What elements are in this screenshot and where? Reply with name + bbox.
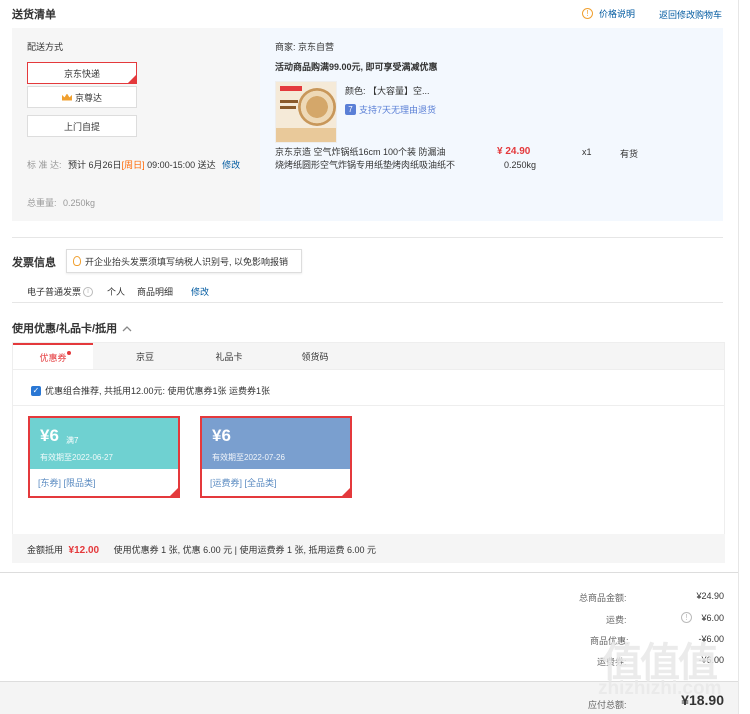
merchant-row: 商家: 京东自营 (275, 40, 334, 53)
crown-icon (61, 93, 72, 101)
product-image[interactable] (275, 81, 337, 143)
discount-title: 使用优惠/礼品卡/抵用 (12, 323, 118, 335)
standard-date: 预计 6月26日 (68, 160, 122, 170)
option-jingzunda[interactable]: 京尊达 (27, 86, 137, 108)
discount-header[interactable]: 使用优惠/礼品卡/抵用 (12, 320, 132, 336)
coupon-tags: [东券] [限品类] (38, 478, 96, 488)
summary-amount: ¥12.00 (68, 545, 100, 556)
merchant-name: 京东自营 (298, 42, 335, 52)
price-note-label: 价格说明 (599, 9, 636, 19)
merchant-label: 商家: (275, 42, 296, 52)
coupon-card-2[interactable]: ¥6 有效期至2022-07-26 [运费券] [全品类] (200, 416, 352, 498)
freight-value: ¥6.00 (701, 613, 724, 623)
page-edge (738, 0, 739, 714)
weight-label: 总重量: (27, 198, 57, 208)
coupon-condition: 满7 (66, 436, 79, 445)
divider (0, 572, 738, 573)
return-badge: 7 支持7天无理由退货 (345, 103, 436, 116)
selected-corner-icon (340, 486, 352, 498)
standard-label: 标 准 达: (27, 160, 62, 170)
standard-weekday: [周日] (121, 160, 145, 170)
tab-coupon[interactable]: 优惠券 (13, 343, 93, 369)
divider (12, 302, 723, 303)
method-title: 配送方式 (27, 42, 64, 52)
return-icon: 7 (345, 104, 356, 115)
product-price: ¥ 24.90 (497, 146, 531, 157)
goods-total-label: 总商品金额: (579, 593, 627, 603)
promo-text: 活动商品购满99.00元, 即可享受满减优惠 (275, 62, 438, 72)
weight-value: 0.250kg (63, 198, 96, 208)
invoice-holder: 个人 (107, 287, 126, 297)
summary-detail: 使用优惠券 1 张, 优惠 6.00 元 | 使用运费券 1 张, 抵用运费 6… (113, 545, 377, 555)
selected-corner-icon (168, 486, 180, 498)
invoice-type: 电子普通发票 (27, 287, 82, 297)
recommend-row[interactable]: ✓ 优惠组合推荐, 共抵用12.00元: 使用优惠券1张 运费券1张 (31, 384, 270, 397)
product-qty: x1 (582, 147, 592, 157)
color-row: 颜色: 【大容量】空... (345, 84, 430, 97)
color-label: 颜色: (345, 86, 366, 96)
invoice-tip: 开企业抬头发票须填写纳税人识别号, 以免影响报销 (66, 249, 302, 273)
chevron-up-icon (122, 325, 132, 331)
coupon-amount: ¥6 (40, 426, 59, 445)
tab-gift-card[interactable]: 礼品卡 (189, 343, 269, 369)
delivery-time-row: 标 准 达: 预计 6月26日[周日] 09:00-15:00 送达 修改 (27, 158, 240, 171)
summary-label: 金额抵用 (27, 545, 64, 555)
info-icon[interactable]: i (83, 286, 94, 297)
discount-tabs: 优惠券 京豆 礼品卡 领货码 (12, 342, 725, 370)
standard-time: 09:00-15:00 送达 (147, 160, 216, 170)
product-weight: 0.250kg (504, 160, 537, 170)
checkbox-checked-icon[interactable]: ✓ (31, 385, 41, 396)
invoice-content: 商品明细 (137, 287, 174, 297)
option-jd-express[interactable]: 京东快递 (27, 62, 137, 84)
delivery-title: 送货清单 (12, 9, 56, 21)
back-to-cart-link[interactable]: 返回修改购物车 (659, 8, 722, 21)
coupon-expire: 有效期至2022-07-26 (212, 453, 285, 462)
coupon-expire: 有效期至2022-06-27 (40, 453, 113, 462)
recommend-text: 优惠组合推荐, 共抵用12.00元: 使用优惠券1张 运费券1张 (45, 386, 271, 396)
divider (12, 405, 725, 406)
invoice-row: 电子普通发票 i 个人 商品明细 修改 (27, 285, 209, 298)
coupon-tags: [运费券] [全品类] (210, 478, 277, 488)
coupon-card-1[interactable]: ¥6 满7 有效期至2022-06-27 [东券] [限品类] (28, 416, 180, 498)
tab-redeem-code[interactable]: 领货码 (275, 343, 355, 369)
goods-total-value: ¥24.90 (696, 591, 724, 601)
divider (12, 237, 723, 238)
product-stock: 有货 (620, 149, 639, 159)
coupon-amount: ¥6 (212, 426, 231, 445)
freight-label: 运费: (606, 615, 627, 625)
bulb-icon (73, 256, 81, 266)
color-value: 【大容量】空... (368, 86, 430, 96)
price-note-link[interactable]: ! 价格说明 (582, 7, 635, 20)
option-self-pickup[interactable]: 上门自提 (27, 115, 137, 137)
weight-row: 总重量: 0.250kg (27, 196, 95, 209)
invoice-modify-link[interactable]: 修改 (191, 285, 209, 298)
invoice-title: 发票信息 (12, 257, 56, 269)
discount-summary: 金额抵用 ¥12.00 使用优惠券 1 张, 优惠 6.00 元 | 使用运费券… (27, 543, 376, 556)
tab-jd-beans[interactable]: 京豆 (105, 343, 185, 369)
product-name[interactable]: 京东京造 空气炸锅纸16cm 100个装 防漏油 烧烤纸圆形空气炸锅专用纸垫烤肉… (275, 146, 455, 172)
watermark-domain: zhizhizhi.com (598, 678, 722, 699)
delivery-modify-link[interactable]: 修改 (222, 160, 240, 170)
info-icon: ! (582, 8, 593, 19)
